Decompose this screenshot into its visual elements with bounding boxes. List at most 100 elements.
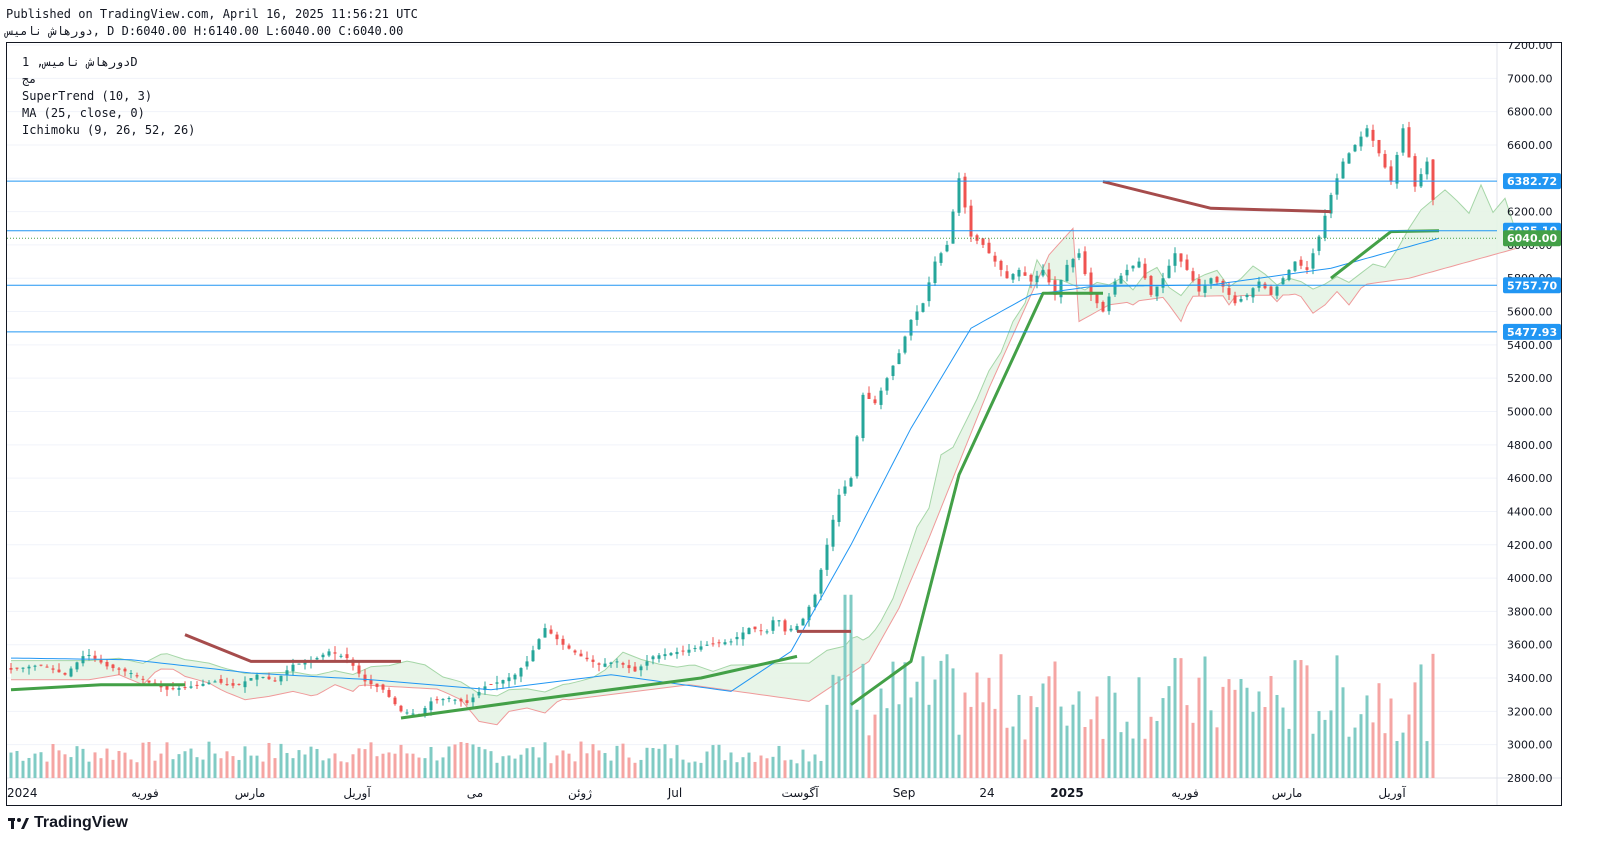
candle-body: [657, 655, 661, 659]
candle-body: [33, 665, 37, 667]
legend-ma[interactable]: MA (25, close, 0): [22, 106, 145, 120]
y-tick-label: 4400.00: [1507, 505, 1553, 518]
candle-body: [801, 618, 805, 626]
volume-bar: [885, 708, 889, 778]
volume-bar: [465, 742, 469, 778]
volume-bar: [1221, 686, 1225, 778]
candle-body: [267, 676, 271, 680]
volume-bar: [1281, 707, 1285, 778]
candle-body: [1011, 274, 1015, 280]
candle-body: [597, 663, 601, 665]
candle-body: [195, 684, 199, 686]
tradingview-logo-icon: [8, 818, 29, 829]
candle-body: [141, 678, 145, 680]
candle-body: [273, 680, 277, 682]
volume-bar: [1257, 691, 1261, 778]
candle-body: [843, 486, 847, 494]
candle-body: [297, 663, 301, 665]
volume-bar: [171, 759, 175, 778]
volume-bar: [375, 756, 379, 778]
candle-body: [369, 679, 373, 685]
volume-bar: [429, 747, 433, 778]
candle-body: [129, 673, 133, 675]
ohlc-readout: دورهاش نامیس, D D:6040.00 H:6140.00 L:60…: [6, 24, 404, 38]
volume-bar: [357, 748, 361, 778]
candle-body: [1389, 166, 1393, 182]
candle-body: [1251, 288, 1255, 298]
chart-frame[interactable]: 2800.00 3000.00 3200.00 3400.00 3600.00 3800.…: [6, 42, 1562, 806]
volume-bar: [165, 742, 169, 778]
volume-bar: [603, 753, 607, 778]
ichimoku-span-b: [11, 227, 1518, 726]
candle-body: [777, 620, 781, 622]
volume-bar: [747, 752, 751, 778]
volume-bar: [1113, 692, 1117, 778]
volume-bar: [1407, 714, 1411, 778]
volume-bar: [879, 688, 883, 778]
candle-body: [543, 628, 547, 638]
candle-body: [621, 663, 625, 665]
candle-body: [1005, 271, 1009, 279]
volume-bar: [1371, 722, 1375, 778]
candle-body: [1365, 128, 1369, 137]
candle-body: [555, 634, 559, 640]
candle-body: [669, 653, 673, 656]
price-chart[interactable]: 2800.00 3000.00 3200.00 3400.00 3600.00 3800.…: [7, 43, 1561, 805]
level-label: 5757.70: [1507, 279, 1557, 292]
supertrend-up-line: [10, 683, 185, 692]
candle-body: [357, 665, 361, 674]
candle-body: [873, 399, 877, 404]
candle-body: [765, 631, 769, 633]
volume-bar: [525, 748, 529, 778]
volume-bar: [957, 734, 961, 778]
volume-bar: [867, 735, 871, 778]
volume-bar: [69, 757, 73, 778]
volume-bar: [1203, 656, 1207, 778]
y-tick-label: 5400.00: [1507, 339, 1553, 352]
volume-bar: [327, 758, 331, 778]
volume-bar: [285, 752, 289, 778]
candle-body: [345, 654, 349, 659]
last-price-label: 6040.00: [1507, 232, 1557, 245]
candle-body: [339, 655, 343, 657]
volume-bar: [1005, 727, 1009, 778]
volume-bar: [183, 751, 187, 778]
candle-body: [15, 667, 19, 669]
candle-body: [1209, 278, 1213, 284]
candle-body: [321, 654, 325, 658]
published-caption: Published on TradingView.com, April 16, …: [6, 7, 418, 21]
volume-bar: [819, 760, 823, 778]
volume-bar: [591, 744, 595, 778]
volume-bar: [627, 757, 631, 778]
candle-body: [1245, 294, 1249, 298]
volume-bar: [207, 741, 211, 778]
volume-bar: [1077, 691, 1081, 778]
volume-bar: [75, 746, 79, 778]
candle-body: [1233, 295, 1237, 304]
candle-body: [1227, 288, 1231, 295]
volume-bar: [519, 754, 523, 778]
legend-supertrend[interactable]: SuperTrend (10, 3): [22, 89, 152, 103]
volume-bar: [687, 762, 691, 778]
volume-bar: [1347, 736, 1351, 778]
candle-body: [519, 668, 523, 677]
volume-bar: [1323, 719, 1327, 778]
candle-body: [939, 253, 943, 263]
volume-bar: [909, 697, 913, 778]
candle-body: [585, 657, 589, 660]
volume-bar: [573, 761, 577, 778]
volume-bar: [459, 742, 463, 778]
legend-ichimoku[interactable]: Ichimoku (9, 26, 52, 26): [22, 123, 195, 137]
candle-body: [87, 654, 91, 657]
candle-body: [1311, 253, 1315, 269]
candle-body: [189, 686, 193, 688]
tradingview-logo[interactable]: TradingView: [8, 814, 128, 832]
volume-bar: [735, 762, 739, 778]
candle-body: [99, 660, 103, 663]
volume-bar: [1053, 661, 1057, 778]
volume-bar: [87, 761, 91, 778]
y-tick-label: 7200.00: [1507, 43, 1553, 52]
candle-body: [897, 353, 901, 365]
volume-bar: [405, 753, 409, 778]
volume-bar: [423, 758, 427, 778]
